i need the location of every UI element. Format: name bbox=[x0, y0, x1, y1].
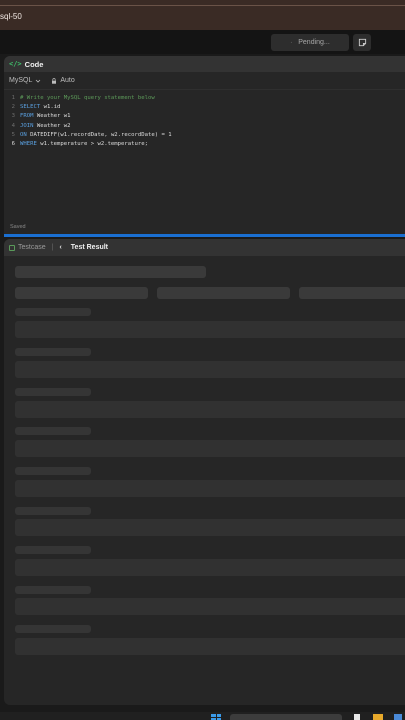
folder-icon[interactable] bbox=[373, 714, 383, 720]
save-status: Saved bbox=[10, 224, 26, 230]
skeleton-field bbox=[15, 401, 405, 418]
code-line[interactable]: 3 FROM Weather w1 bbox=[4, 112, 405, 121]
chevron-left-icon: ‹ bbox=[59, 244, 62, 251]
code-token: SELECT bbox=[20, 104, 41, 111]
skeleton-tab bbox=[15, 287, 148, 299]
skeleton-tab bbox=[299, 287, 405, 299]
code-panel-header: </> Code bbox=[4, 56, 405, 72]
result-panel: Testcase | ‹ Test Result bbox=[4, 239, 405, 705]
skeleton-field bbox=[15, 638, 405, 655]
chevron-down-icon bbox=[36, 79, 41, 83]
result-panel-header: Testcase | ‹ Test Result bbox=[4, 239, 405, 256]
code-token: WHERE bbox=[20, 141, 37, 148]
taskbar-search-box[interactable] bbox=[230, 714, 342, 720]
tab-testcase-label: Testcase bbox=[18, 244, 46, 251]
skeleton-label bbox=[15, 467, 91, 475]
browser-tab-strip: sql-50 bbox=[0, 0, 405, 30]
skeleton-title bbox=[15, 266, 206, 278]
line-number: 2 bbox=[11, 104, 15, 111]
code-line[interactable]: 5 ON DATEDIFF(w1.recordDate, w2.recordDat… bbox=[4, 131, 405, 140]
code-token: Weather w1 bbox=[33, 113, 71, 120]
code-token: w1.temperature > w2.temperature; bbox=[36, 141, 148, 148]
pending-label: Pending... bbox=[298, 39, 330, 46]
code-token: JOIN bbox=[20, 122, 34, 129]
skeleton-label bbox=[15, 546, 91, 554]
skeleton-field bbox=[15, 321, 405, 338]
skeleton-label bbox=[15, 388, 91, 396]
pending-button[interactable]: · Pending... bbox=[271, 34, 349, 51]
code-panel-title: Code bbox=[24, 59, 44, 69]
auto-mode-toggle[interactable]: Auto bbox=[51, 77, 75, 84]
skeleton-label bbox=[15, 586, 91, 594]
skeleton-label bbox=[15, 308, 91, 316]
code-token: w1.id bbox=[40, 104, 61, 111]
skeleton-field bbox=[15, 598, 405, 615]
skeleton-label bbox=[15, 507, 91, 515]
language-select[interactable]: MySQL bbox=[9, 77, 41, 84]
tab-testcase[interactable]: Testcase bbox=[9, 244, 46, 251]
checkbox-icon bbox=[9, 244, 15, 251]
auto-mode-label: Auto bbox=[60, 77, 75, 84]
tab-separator: | bbox=[51, 244, 54, 251]
language-label: MySQL bbox=[9, 77, 33, 84]
line-number: 3 bbox=[11, 113, 15, 120]
os-taskbar bbox=[0, 712, 405, 720]
code-line[interactable]: 1 # Write your MySQL query statement belo… bbox=[4, 94, 405, 103]
tab-test-result[interactable]: ‹ Test Result bbox=[59, 244, 108, 251]
skeleton-label bbox=[15, 348, 91, 356]
panel-resize-handle[interactable] bbox=[4, 234, 405, 237]
code-token: # Write your MySQL query statement below bbox=[20, 95, 155, 101]
tab-test-result-label: Test Result bbox=[70, 244, 109, 251]
skeleton-field bbox=[15, 440, 405, 457]
code-token: FROM bbox=[20, 113, 34, 120]
lock-icon bbox=[52, 77, 57, 84]
taskbar-app-icon[interactable] bbox=[394, 714, 402, 720]
line-number: 5 bbox=[11, 131, 15, 138]
note-icon bbox=[358, 38, 366, 47]
taskbar-app-icon[interactable] bbox=[354, 714, 360, 720]
windows-start-icon[interactable] bbox=[211, 714, 221, 720]
code-line[interactable]: 2 SELECT w1.id bbox=[4, 103, 405, 112]
skeleton-tab bbox=[157, 287, 290, 299]
browser-tab-title[interactable]: sql-50 bbox=[0, 12, 22, 21]
note-button[interactable] bbox=[353, 34, 371, 51]
code-panel: </> Code MySQL Auto 1 # Write your MySQL … bbox=[4, 56, 405, 234]
skeleton-field bbox=[15, 480, 405, 497]
skeleton-label bbox=[15, 625, 91, 633]
code-icon: </> bbox=[9, 60, 22, 68]
code-line[interactable]: 6 WHERE w1.temperature > w2.temperature; bbox=[4, 140, 405, 149]
skeleton-field bbox=[15, 519, 405, 536]
line-number: 6 bbox=[11, 141, 15, 148]
skeleton-field bbox=[15, 361, 405, 378]
spinner-icon: · bbox=[290, 39, 293, 46]
code-token: ON bbox=[20, 131, 27, 138]
code-line[interactable]: 4 JOIN Weather w2 bbox=[4, 122, 405, 131]
code-editor[interactable]: 1 # Write your MySQL query statement belo… bbox=[4, 90, 405, 149]
skeleton-label bbox=[15, 427, 91, 435]
skeleton-field bbox=[15, 559, 405, 576]
line-number: 1 bbox=[11, 95, 15, 101]
code-token: Weather w2 bbox=[33, 122, 71, 129]
code-token: DATEDIFF(w1.recordDate, w2.recordDate) =… bbox=[26, 131, 172, 138]
language-bar: MySQL Auto bbox=[4, 72, 405, 90]
tab-strip-divider bbox=[0, 5, 405, 6]
line-number: 4 bbox=[11, 122, 15, 129]
